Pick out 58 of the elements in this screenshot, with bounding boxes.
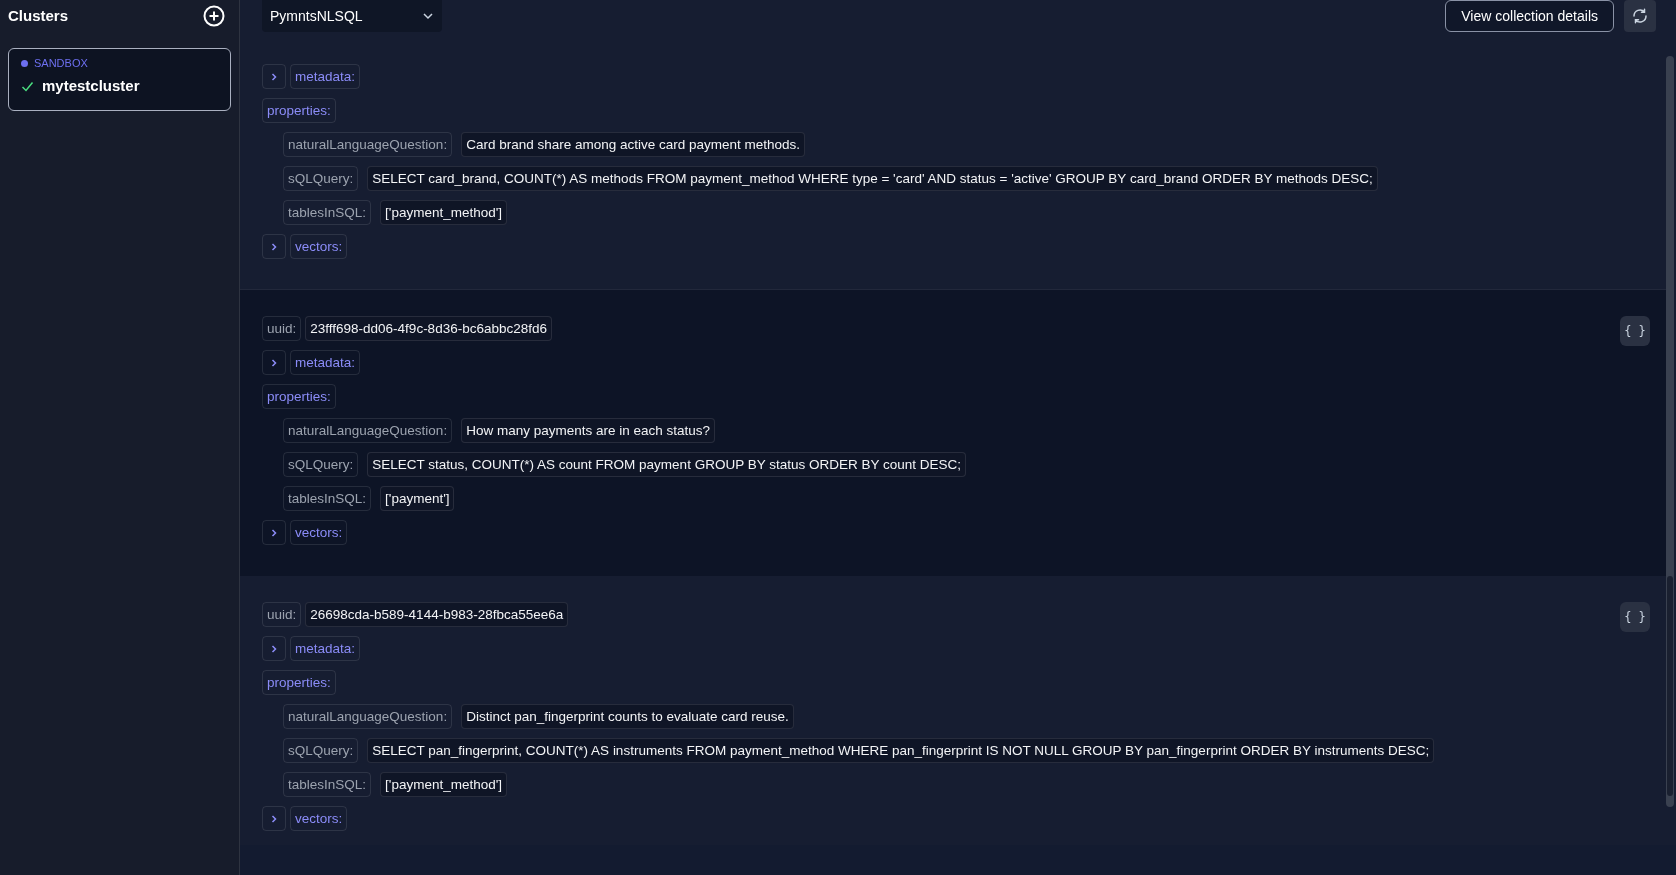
- chevron-down-icon: [422, 10, 434, 22]
- field-value: Distinct pan_fingerprint counts to evaluate card reuse.: [461, 704, 794, 729]
- field-key: uuid:: [262, 316, 302, 341]
- status-dot: [21, 59, 28, 67]
- chevron-right-icon: [269, 813, 279, 824]
- chevron-right-icon: [269, 357, 279, 368]
- field-key: metadata:: [290, 350, 361, 375]
- field-key: sQLQuery:: [283, 166, 359, 191]
- field-value: ['payment_method']: [380, 200, 508, 225]
- field-key: vectors:: [290, 234, 348, 259]
- view-details-button[interactable]: View collection details: [1445, 0, 1614, 32]
- chevron-right-icon: [269, 71, 279, 82]
- field-key: naturalLanguageQuestion:: [283, 418, 453, 443]
- cluster-name: mytestcluster: [42, 76, 140, 96]
- field-value: ['payment']: [380, 486, 455, 511]
- field-key: metadata:: [290, 636, 361, 661]
- field-value: Card brand share among active card payment methods.: [461, 132, 806, 157]
- expand-button[interactable]: [262, 636, 286, 661]
- field-key: sQLQuery:: [283, 452, 359, 477]
- field-key: tablesInSQL:: [283, 200, 372, 225]
- field-value: SELECT pan_fingerprint, COUNT(*) AS instruments FROM payment_method WHERE pan_fingerprint IS NOT NULL GROUP BY pan_fingerprint ORDER BY instruments DESC;: [367, 738, 1435, 763]
- field-key: properties:: [262, 384, 336, 409]
- field-key: uuid:: [262, 602, 302, 627]
- add-icon: [203, 5, 225, 27]
- field-value: How many payments are in each status?: [461, 418, 715, 443]
- field-value: ['payment_method']: [380, 772, 508, 797]
- field-value: SELECT status, COUNT(*) AS count FROM payment GROUP BY status ORDER BY count DESC;: [367, 452, 966, 477]
- cluster-tag: SANDBOX: [34, 54, 88, 72]
- chevron-right-icon: [269, 527, 279, 538]
- expand-button[interactable]: [262, 806, 286, 831]
- cluster-card[interactable]: SANDBOX mytestcluster: [8, 48, 231, 111]
- expand-button[interactable]: [262, 234, 286, 259]
- field-key: tablesInSQL:: [283, 486, 372, 511]
- field-key: vectors:: [290, 806, 348, 831]
- expand-button[interactable]: [262, 520, 286, 545]
- field-key: properties:: [262, 670, 336, 695]
- field-key: naturalLanguageQuestion:: [283, 132, 453, 157]
- expand-button[interactable]: [262, 64, 286, 89]
- refresh-icon: [1631, 7, 1649, 25]
- refresh-button[interactable]: [1624, 0, 1656, 32]
- json-view-button[interactable]: { }: [1620, 602, 1650, 632]
- field-key: vectors:: [290, 520, 348, 545]
- field-key: metadata:: [290, 64, 361, 89]
- field-value: SELECT card_brand, COUNT(*) AS methods FROM payment_method WHERE type = 'card' AND status = 'active' GROUP BY card_brand ORDER BY methods DESC;: [367, 166, 1378, 191]
- scrollbar[interactable]: [1666, 56, 1674, 807]
- field-key: tablesInSQL:: [283, 772, 372, 797]
- field-key: properties:: [262, 98, 336, 123]
- add-cluster-button[interactable]: [203, 5, 225, 27]
- sidebar-title: Clusters: [8, 5, 69, 26]
- collection-select[interactable]: PymntsNLSQL: [262, 0, 442, 32]
- field-key: sQLQuery:: [283, 738, 359, 763]
- json-view-button[interactable]: { }: [1620, 316, 1650, 346]
- field-key: naturalLanguageQuestion:: [283, 704, 453, 729]
- chevron-right-icon: [269, 241, 279, 252]
- field-value: 23fff698-dd06-4f9c-8d36-bc6abbc28fd6: [305, 316, 552, 341]
- chevron-right-icon: [269, 643, 279, 654]
- field-value: 26698cda-b589-4144-b983-28fbca55ee6a: [305, 602, 569, 627]
- expand-button[interactable]: [262, 350, 286, 375]
